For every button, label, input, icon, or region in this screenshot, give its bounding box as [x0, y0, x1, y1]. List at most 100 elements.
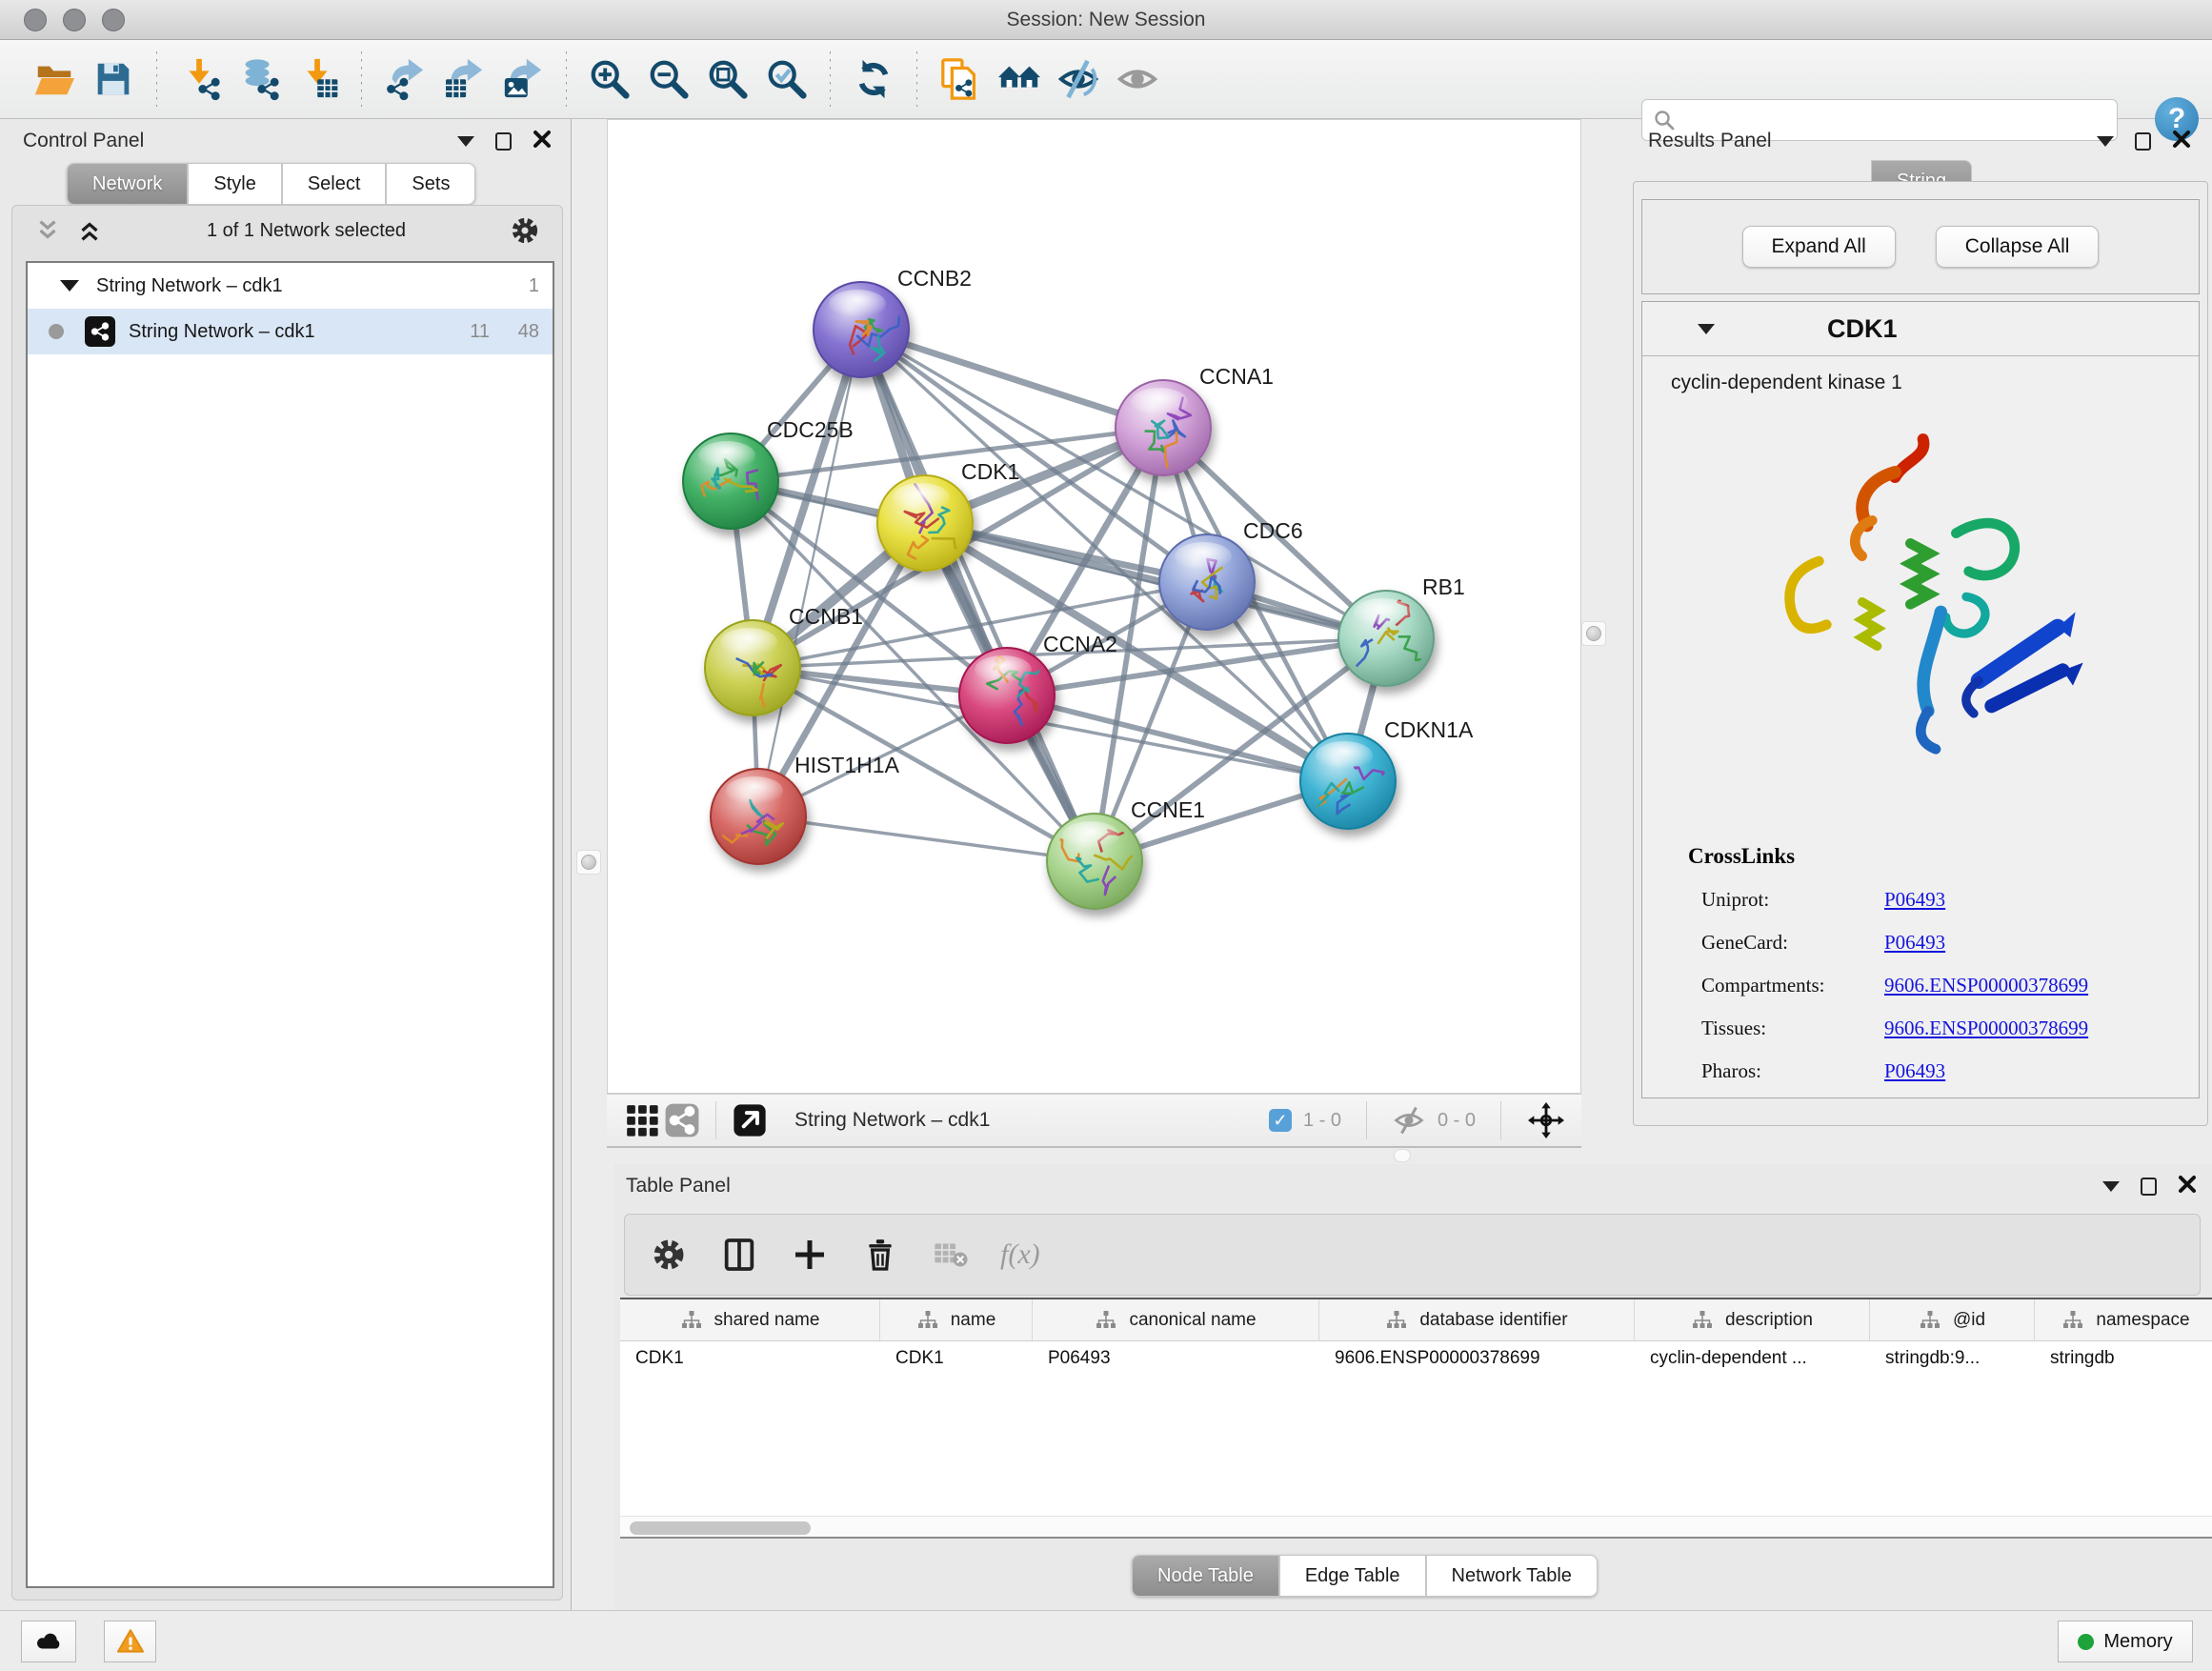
table-cell[interactable]: stringdb:9...: [1870, 1348, 2035, 1369]
network-edge[interactable]: [861, 330, 1095, 861]
network-canvas[interactable]: CCNB2CCNA1CDC25BCDK1CDC6RB1CCNB1CCNA2CDK…: [607, 119, 1581, 1094]
delete-column-trash-icon[interactable]: [859, 1234, 901, 1276]
warnings-button[interactable]: [104, 1621, 156, 1662]
network-node[interactable]: [1116, 380, 1211, 481]
table-horizontal-scrollbar[interactable]: [620, 1516, 2212, 1539]
table-cell[interactable]: P06493: [1033, 1348, 1319, 1369]
network-node[interactable]: [814, 282, 909, 377]
move-crosshair-icon[interactable]: [1526, 1100, 1566, 1140]
zoom-out-button[interactable]: [639, 48, 698, 111]
network-node[interactable]: [877, 475, 973, 571]
expander-icon[interactable]: [60, 280, 79, 292]
tab-node-table[interactable]: Node Table: [1132, 1555, 1279, 1597]
column-header-name[interactable]: name: [880, 1299, 1033, 1340]
collapse-all-icon[interactable]: [33, 216, 62, 245]
network-node[interactable]: [705, 620, 800, 716]
table-cell[interactable]: CDK1: [620, 1348, 880, 1369]
crosslink-link[interactable]: 9606.ENSP00000378699: [1884, 974, 2088, 997]
crosslink-link[interactable]: P06493: [1884, 888, 1945, 912]
table-row[interactable]: CDK1CDK1P064939606.ENSP00000378699cyclin…: [620, 1341, 2212, 1376]
save-session-icon: [91, 57, 135, 101]
export-network-button[interactable]: [375, 48, 434, 111]
zoom-window-button[interactable]: [102, 9, 125, 31]
close-panel-icon[interactable]: [533, 130, 552, 153]
right-splitter-handle[interactable]: [1581, 621, 1606, 646]
left-splitter-handle[interactable]: [576, 850, 601, 875]
show-home-views-button[interactable]: [990, 48, 1049, 111]
column-header-@id[interactable]: @id: [1870, 1299, 2035, 1340]
float-panel-icon[interactable]: [2141, 1178, 2157, 1196]
table-cell[interactable]: stringdb: [2035, 1348, 2212, 1369]
minimize-window-button[interactable]: [63, 9, 86, 31]
export-table-button[interactable]: [434, 48, 493, 111]
first-neighbors-button[interactable]: [931, 48, 990, 111]
crosslink-row: Pharos:P06493: [1688, 1050, 2199, 1093]
refresh-layout-button[interactable]: [844, 48, 903, 111]
tab-sets[interactable]: Sets: [386, 163, 475, 205]
export-image-button[interactable]: [493, 48, 553, 111]
memory-button[interactable]: Memory: [2058, 1621, 2193, 1662]
column-header-shared-name[interactable]: shared name: [620, 1299, 880, 1340]
selected-count-checkbox[interactable]: ✓: [1269, 1109, 1292, 1132]
network-node[interactable]: [711, 769, 806, 864]
string-share-icon[interactable]: [662, 1100, 702, 1140]
cloud-status-button[interactable]: [21, 1621, 76, 1662]
network-node[interactable]: [1047, 814, 1142, 909]
network-node[interactable]: [1300, 734, 1396, 829]
scrollbar-thumb[interactable]: [630, 1521, 811, 1535]
column-header-namespace[interactable]: namespace: [2035, 1299, 2212, 1340]
hide-selected-button[interactable]: [1049, 48, 1108, 111]
collapse-all-button[interactable]: Collapse All: [1936, 226, 2100, 268]
birdseye-grid-icon[interactable]: [622, 1100, 662, 1140]
network-tree-row[interactable]: String Network – cdk11148: [28, 309, 553, 354]
tab-network[interactable]: Network: [67, 163, 188, 205]
open-in-new-window-icon[interactable]: [730, 1100, 770, 1140]
network-node[interactable]: [1338, 591, 1434, 686]
import-network-file-button[interactable]: [171, 48, 230, 111]
network-node[interactable]: [959, 648, 1055, 743]
network-node[interactable]: [1159, 534, 1255, 630]
expand-all-icon[interactable]: [75, 216, 104, 245]
expand-all-button[interactable]: Expand All: [1742, 226, 1896, 268]
open-session-button[interactable]: [25, 48, 84, 111]
table-options-gear-icon[interactable]: [648, 1234, 690, 1276]
collapse-panel-icon[interactable]: [457, 136, 474, 147]
network-tree-row[interactable]: String Network – cdk11: [28, 263, 553, 309]
column-header-description[interactable]: description: [1635, 1299, 1870, 1340]
import-network-database-button[interactable]: [230, 48, 289, 111]
tab-style[interactable]: Style: [188, 163, 281, 205]
network-options-gear-icon[interactable]: [509, 214, 541, 247]
zoom-selected-button[interactable]: [757, 48, 816, 111]
import-table-file-button[interactable]: [289, 48, 348, 111]
network-edge[interactable]: [758, 816, 1095, 861]
crosslink-link[interactable]: P06493: [1884, 1059, 1945, 1083]
zoom-fit-button[interactable]: [698, 48, 757, 111]
add-column-icon[interactable]: [789, 1234, 831, 1276]
result-entry-header[interactable]: CDK1: [1642, 302, 2199, 356]
float-panel-icon[interactable]: [2135, 132, 2151, 151]
crosslink-link[interactable]: P06493: [1884, 931, 1945, 955]
column-header-database-identifier[interactable]: database identifier: [1319, 1299, 1635, 1340]
tab-edge-table[interactable]: Edge Table: [1279, 1555, 1426, 1597]
crosslink-link[interactable]: 9606.ENSP00000378699: [1884, 1017, 2088, 1040]
collapse-panel-icon[interactable]: [2097, 136, 2114, 147]
float-panel-icon[interactable]: [495, 132, 512, 151]
close-panel-icon[interactable]: [2172, 130, 2191, 153]
table-cell[interactable]: CDK1: [880, 1348, 1033, 1369]
table-cell[interactable]: cyclin-dependent ...: [1635, 1348, 1870, 1369]
save-session-button[interactable]: [84, 48, 143, 111]
horizontal-splitter-handle[interactable]: [1394, 1149, 1411, 1162]
collapse-panel-icon[interactable]: [2102, 1181, 2120, 1192]
show-columns-icon[interactable]: [718, 1234, 760, 1276]
network-panel-body: 1 of 1 Network selected String Network –…: [11, 205, 563, 1601]
show-all-button[interactable]: [1108, 48, 1167, 111]
close-window-button[interactable]: [24, 9, 47, 31]
zoom-in-button[interactable]: [580, 48, 639, 111]
entry-expander-icon[interactable]: [1698, 324, 1715, 334]
close-panel-icon[interactable]: [2178, 1175, 2197, 1198]
tab-select[interactable]: Select: [282, 163, 387, 205]
table-cell[interactable]: 9606.ENSP00000378699: [1319, 1348, 1635, 1369]
column-header-canonical-name[interactable]: canonical name: [1033, 1299, 1319, 1340]
tab-network-table[interactable]: Network Table: [1426, 1555, 1598, 1597]
network-node[interactable]: [683, 433, 778, 529]
